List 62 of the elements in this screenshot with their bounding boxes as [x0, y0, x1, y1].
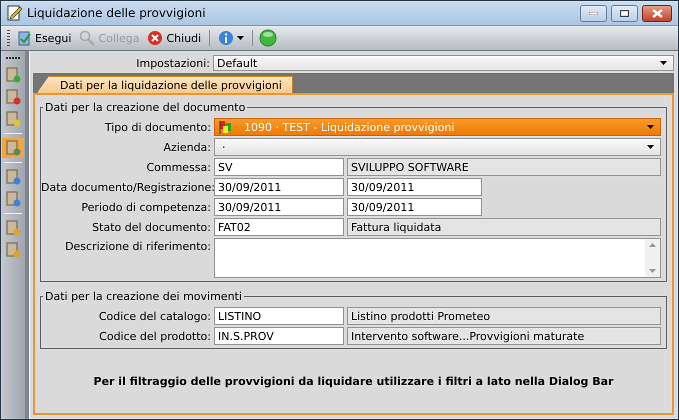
field-label: Descrizione di riferimento: — [64, 239, 211, 253]
dropdown-arrow-icon[interactable] — [660, 61, 667, 65]
group-title: Dati per la creazione del documento — [44, 101, 246, 114]
scroll-down-icon[interactable] — [649, 269, 656, 273]
toolbar-button[interactable]: Chiudi — [145, 28, 204, 48]
window-title: Liquidazione delle provvigioni — [27, 6, 207, 20]
info-menu-button[interactable] — [216, 28, 246, 48]
field-label: Impostazioni: — [135, 56, 210, 70]
description-field: SVILUPPO SOFTWARE — [347, 158, 661, 176]
document-icon — [5, 169, 21, 185]
date-field[interactable]: 30/09/2011 — [214, 198, 344, 216]
field-value: · — [221, 140, 226, 154]
field-label: Commessa: — [145, 160, 211, 174]
sidebar-item[interactable] — [2, 138, 24, 158]
description-field: Intervento software...Provvigioni maturate — [347, 327, 661, 345]
input-field[interactable]: IN.S.PROV — [214, 327, 344, 345]
dropdown-field[interactable]: · — [214, 138, 661, 156]
maximize-button[interactable] — [611, 4, 638, 22]
document-pencil-icon — [7, 5, 23, 21]
field-label: Stato del documento: — [91, 220, 211, 234]
circle-icon[interactable] — [259, 29, 278, 47]
minimize-icon — [589, 12, 598, 14]
field-label: Azienda: — [162, 140, 211, 154]
field-label: Periodo di competenza: — [80, 200, 211, 214]
document-icon — [5, 111, 21, 127]
magnifier-icon — [79, 30, 96, 46]
field-label: Codice del catalogo: — [98, 310, 211, 322]
tab[interactable]: Dati per la liquidazione delle provvigioni — [37, 76, 293, 93]
date-field[interactable]: 30/09/2011 — [347, 178, 482, 196]
toolbar-button[interactable]: Esegui — [14, 28, 74, 48]
document-icon — [5, 140, 21, 156]
minimize-button[interactable] — [580, 4, 607, 22]
group-title: Dati per la creazione dei movimenti — [44, 290, 243, 303]
document-icon — [5, 191, 21, 207]
settings-dropdown[interactable]: Default — [213, 55, 674, 71]
info-icon — [218, 30, 234, 46]
text-area[interactable] — [214, 238, 661, 278]
date-field[interactable]: 30/09/2011 — [214, 178, 344, 196]
field-label: Codice del prodotto: — [98, 330, 211, 342]
date-field[interactable]: 30/09/2011 — [347, 198, 482, 216]
description-field: Fattura liquidata — [347, 218, 661, 236]
input-field[interactable]: SV — [214, 158, 344, 176]
document-icon — [5, 220, 21, 236]
input-field[interactable]: FAT02 — [214, 218, 344, 236]
info-text: Per il filtraggio delle provvigioni da liquidare utilizzare i filtri a lato nella Dialog Bar — [92, 375, 614, 388]
description-field: Listino prodotti Prometeo — [347, 307, 661, 325]
dropdown-arrow-icon[interactable] — [647, 125, 654, 129]
caret-icon[interactable] — [237, 36, 244, 40]
field-label: Tipo di documento: — [104, 120, 211, 134]
close-icon — [652, 8, 662, 18]
maximize-icon — [620, 10, 629, 16]
flags-icon — [218, 120, 234, 134]
document-icon — [5, 242, 21, 258]
input-field[interactable]: LISTINO — [214, 307, 344, 325]
field-value: 1090 · TEST - Liquidazione provvigioni — [243, 120, 456, 134]
scroll-up-icon[interactable] — [649, 243, 656, 247]
document-icon — [5, 89, 21, 105]
dropdown-arrow-icon[interactable] — [647, 145, 654, 149]
close-icon — [147, 30, 164, 46]
close-button[interactable] — [642, 4, 672, 22]
document-icon — [5, 67, 21, 83]
clipboard-check-icon — [16, 30, 32, 46]
